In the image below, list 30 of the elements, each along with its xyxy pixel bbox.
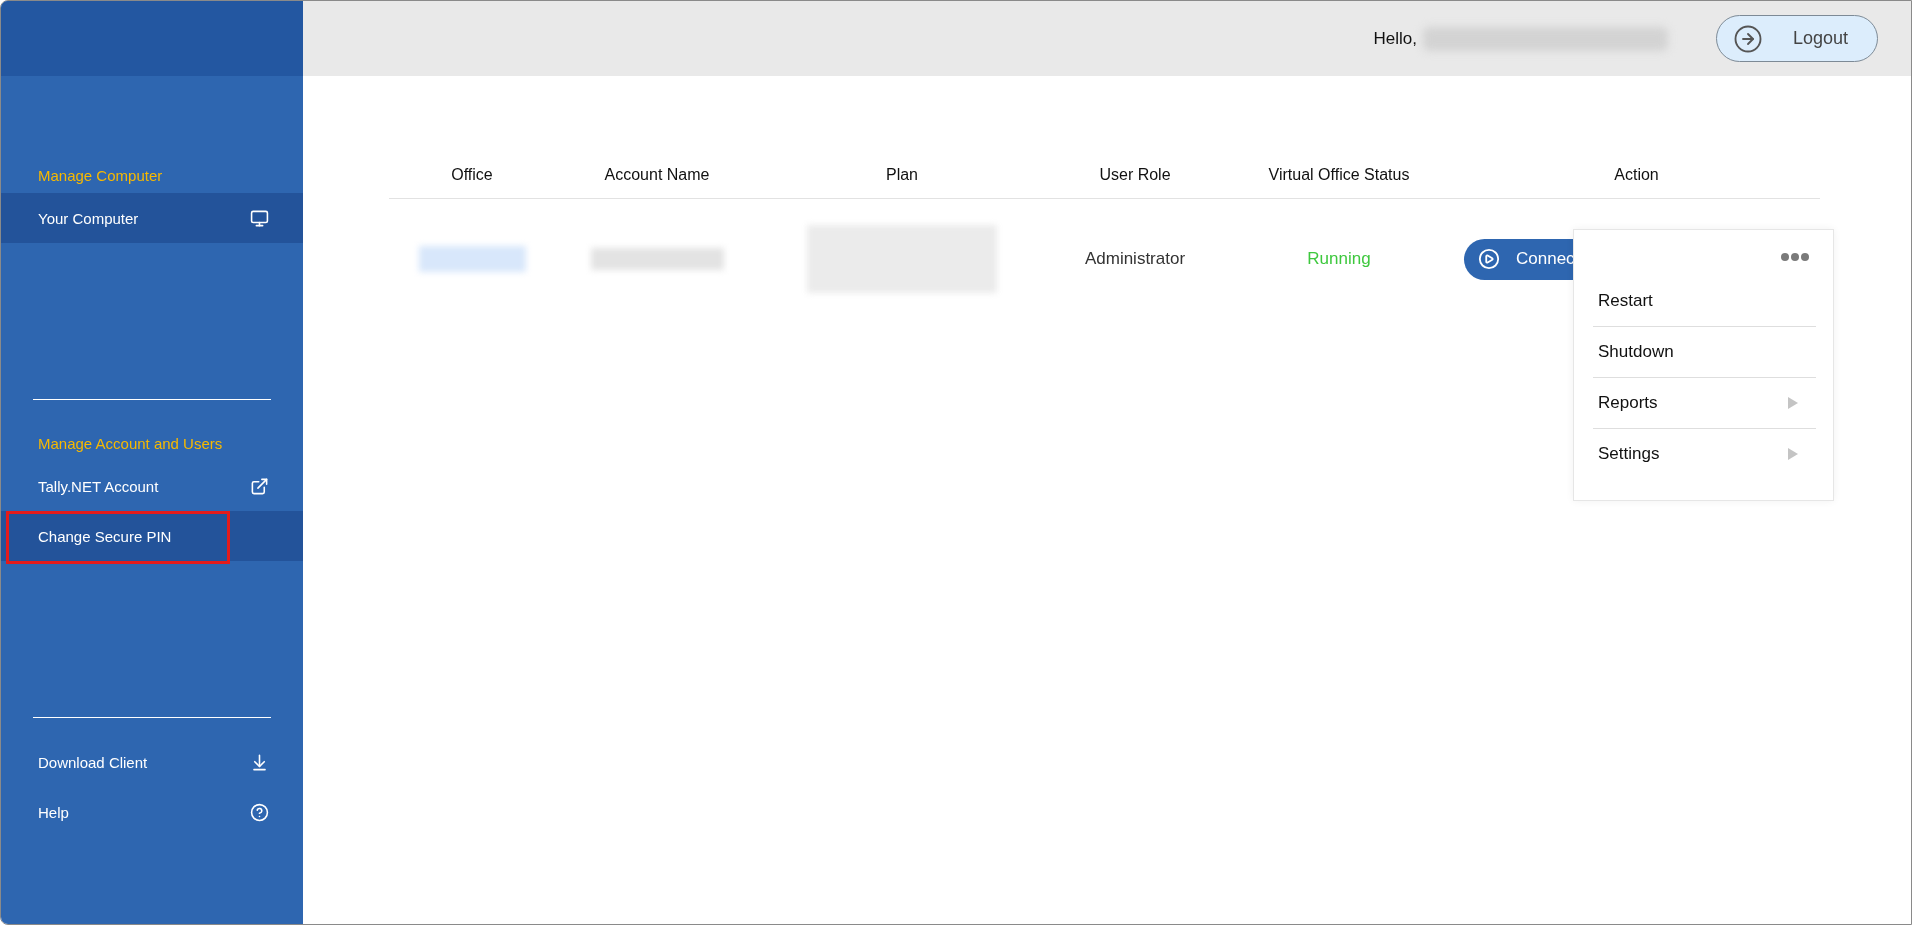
item-icon — [250, 208, 269, 228]
item-icon — [250, 802, 269, 822]
logout-button[interactable]: Logout — [1716, 15, 1878, 62]
column-header: User Role — [1099, 165, 1171, 184]
sidebar-item[interactable]: Change Secure PIN — [1, 511, 303, 561]
column-header: Account Name — [604, 165, 710, 184]
arrow-in-circle-icon — [1733, 23, 1763, 54]
item-icon — [250, 752, 269, 772]
status-text: Running — [1307, 249, 1371, 269]
column-header: Virtual Office Status — [1268, 165, 1410, 184]
menu-item[interactable]: Reports — [1593, 378, 1816, 429]
table-cell: Administrator — [1084, 249, 1186, 269]
more-icon[interactable] — [1780, 252, 1810, 262]
column-header: Office — [451, 165, 493, 184]
item-icon — [250, 476, 269, 496]
submenu-arrow-icon — [1788, 448, 1798, 460]
column-header: Plan — [886, 165, 918, 184]
menu-item[interactable]: Settings — [1593, 429, 1816, 479]
sidebar-item[interactable]: Help — [1, 787, 303, 837]
play-icon — [1478, 248, 1500, 270]
greeting: Hello, — [1373, 28, 1417, 49]
section-heading: Manage Account and Users — [37, 434, 224, 454]
sidebar-item[interactable]: Your Computer — [1, 193, 303, 243]
section-heading: Manage Computer — [37, 166, 164, 186]
menu-item[interactable]: Shutdown — [1593, 327, 1816, 378]
menu-item[interactable]: Restart — [1593, 276, 1816, 327]
sidebar-item[interactable]: Tally.NET Account — [1, 461, 303, 511]
sidebar-item[interactable]: Download Client — [1, 737, 303, 787]
column-header: Action — [1614, 165, 1659, 184]
submenu-arrow-icon — [1788, 397, 1798, 409]
